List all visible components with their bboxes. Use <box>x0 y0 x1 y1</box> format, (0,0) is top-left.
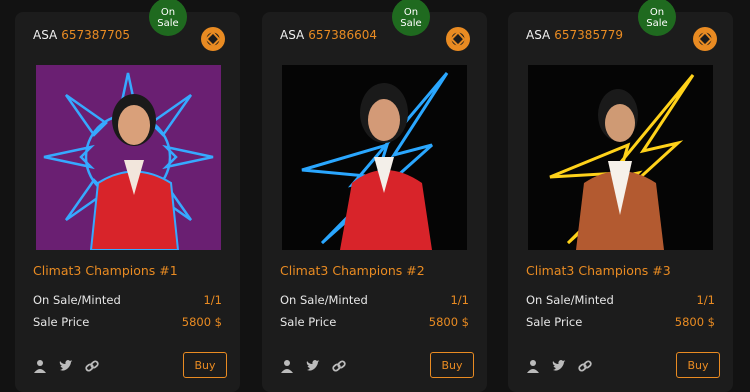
price-row: Sale Price 5800 $ <box>280 315 469 329</box>
nft-card-1[interactable]: On Sale ASA 657387705 Climat3 Champions … <box>15 0 240 392</box>
minted-label: On Sale/Minted <box>526 293 614 307</box>
nft-title[interactable]: Climat3 Champions #2 <box>280 263 425 278</box>
minted-row: On Sale/Minted 1/1 <box>33 293 222 307</box>
user-icon[interactable] <box>33 358 47 373</box>
nft-card-2[interactable]: On Sale ASA 657386604 Climat3 Champions #… <box>262 0 487 392</box>
social-links <box>526 358 592 373</box>
nft-card-3[interactable]: On Sale ASA 657385779 Climat3 Champions #… <box>508 0 733 392</box>
art-illustration <box>43 72 214 250</box>
price-label: Sale Price <box>33 315 90 329</box>
link-icon[interactable] <box>85 358 99 372</box>
nft-image[interactable] <box>528 65 713 250</box>
link-icon[interactable] <box>332 358 346 372</box>
art-illustration <box>549 74 695 250</box>
asa-number[interactable]: 657385779 <box>554 28 623 42</box>
on-sale-badge: On Sale <box>149 0 187 36</box>
buy-button[interactable]: Buy <box>183 352 227 378</box>
art-illustration <box>301 72 449 250</box>
price-row: Sale Price 5800 $ <box>526 315 715 329</box>
minted-row: On Sale/Minted 1/1 <box>526 293 715 307</box>
twitter-icon[interactable] <box>306 358 320 372</box>
user-icon[interactable] <box>526 358 540 373</box>
minted-value: 1/1 <box>203 293 222 307</box>
asa-label: ASA <box>526 28 551 42</box>
minted-label: On Sale/Minted <box>33 293 121 307</box>
price-value: 5800 $ <box>428 315 469 329</box>
twitter-icon[interactable] <box>552 358 566 372</box>
price-label: Sale Price <box>280 315 337 329</box>
buy-button[interactable]: Buy <box>430 352 474 378</box>
asa-number[interactable]: 657387705 <box>61 28 130 42</box>
price-label: Sale Price <box>526 315 583 329</box>
shutter-logo-icon[interactable] <box>200 26 226 52</box>
asa-number[interactable]: 657386604 <box>308 28 377 42</box>
nft-title[interactable]: Climat3 Champions #1 <box>33 263 178 278</box>
social-links <box>33 358 99 373</box>
minted-value: 1/1 <box>450 293 469 307</box>
price-value: 5800 $ <box>181 315 222 329</box>
price-value: 5800 $ <box>674 315 715 329</box>
shutter-logo-icon[interactable] <box>445 26 471 52</box>
asa-id: ASA 657386604 <box>280 28 377 42</box>
link-icon[interactable] <box>578 358 592 372</box>
minted-row: On Sale/Minted 1/1 <box>280 293 469 307</box>
asa-label: ASA <box>280 28 305 42</box>
user-icon[interactable] <box>280 358 294 373</box>
social-links <box>280 358 346 373</box>
nft-image[interactable] <box>36 65 221 250</box>
minted-label: On Sale/Minted <box>280 293 368 307</box>
buy-button[interactable]: Buy <box>676 352 720 378</box>
minted-value: 1/1 <box>696 293 715 307</box>
price-row: Sale Price 5800 $ <box>33 315 222 329</box>
asa-label: ASA <box>33 28 58 42</box>
asa-id: ASA 657387705 <box>33 28 130 42</box>
nft-title[interactable]: Climat3 Champions #3 <box>526 263 671 278</box>
on-sale-badge: On Sale <box>638 0 676 36</box>
twitter-icon[interactable] <box>59 358 73 372</box>
on-sale-badge: On Sale <box>392 0 430 36</box>
nft-image[interactable] <box>282 65 467 250</box>
shutter-logo-icon[interactable] <box>692 26 718 52</box>
asa-id: ASA 657385779 <box>526 28 623 42</box>
